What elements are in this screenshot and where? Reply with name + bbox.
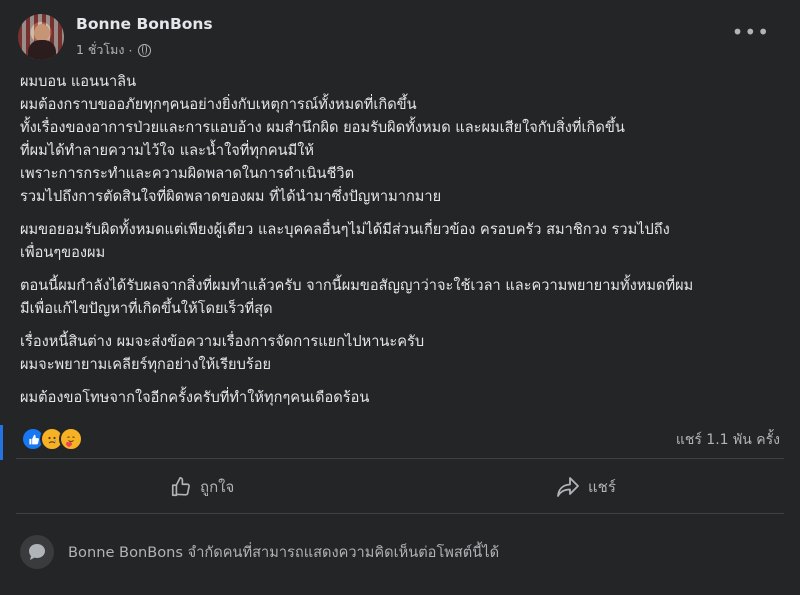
post-author[interactable]: Bonne BonBons (76, 15, 213, 33)
like-button[interactable]: ถูกใจ (170, 470, 234, 504)
avatar[interactable] (18, 14, 64, 60)
more-options-icon[interactable]: ••• (732, 22, 770, 42)
post-line: ตอนนี้ผมกำลังได้รับผลจากสิ่งที่ผมทำแล้วค… (20, 277, 694, 294)
post-line: ผมบอน แอนนาลิน (20, 73, 137, 90)
post-line: ผมต้องขอโทษจากใจอีกครั้งครับที่ทำให้ทุกๆ… (20, 389, 370, 406)
divider (16, 458, 784, 459)
post-card: Bonne BonBons 1 ชั่วโมง · ••• ผมบอน แอนน… (0, 0, 800, 595)
post-line: ที่ผมได้ทำลายความไว้ใจ และน้ำใจที่ทุกคนม… (20, 142, 314, 159)
focus-indicator (0, 425, 3, 460)
care-reaction-icon (59, 427, 83, 451)
post-line: เพราะการกระทำและความผิดพลาดในการดำเนินชี… (20, 165, 355, 182)
post-line: เรื่องหนี้สินต่าง ผมจะส่งข้อความเรื่องกา… (20, 333, 425, 350)
thumbs-up-icon (171, 477, 190, 497)
post-line: ผมขอยอมรับผิดทั้งหมดแต่เพียงผู้เดียว และ… (20, 221, 670, 238)
comment-bubble-icon (20, 535, 54, 569)
post-line: มีเพื่อแก้ไขปัญหาที่เกิดขึ้นให้โดยเร็วที… (20, 300, 273, 317)
post-line: ทั้งเรื่องของอาการป่วยและการแอบอ้าง ผมสำ… (20, 119, 625, 136)
reaction-summary[interactable] (21, 427, 83, 451)
post-line: ผมจะพยายามเคลียร์ทุกอย่างให้เรียบร้อย (20, 356, 272, 373)
post-time[interactable]: 1 ชั่วโมง (76, 40, 125, 60)
share-button[interactable]: แชร์ (556, 470, 616, 504)
share-count[interactable]: แชร์ 1.1 พัน ครั้ง (676, 429, 780, 451)
post-body: ผมบอน แอนนาลิน ผมต้องกราบขออภัยทุกๆคนอย่… (20, 70, 785, 409)
share-arrow-icon (557, 477, 579, 497)
post-line: รวมไปถึงการตัดสินใจที่ผิดพลาดของผม ที่ได… (20, 188, 442, 205)
share-label: แชร์ (588, 478, 616, 496)
like-label: ถูกใจ (200, 478, 235, 496)
post-line: ผมต้องกราบขออภัยทุกๆคนอย่างยิ่งกับเหตุกา… (20, 96, 417, 113)
globe-icon (138, 43, 152, 57)
post-line: เพื่อนๆของผม (20, 244, 106, 261)
comments-restricted-notice: Bonne BonBons จำกัดคนที่สามารถแสดงความคิ… (20, 535, 499, 569)
comments-restricted-text: Bonne BonBons จำกัดคนที่สามารถแสดงความคิ… (68, 543, 500, 561)
divider (16, 513, 784, 514)
post-meta: 1 ชั่วโมง · (76, 40, 152, 60)
